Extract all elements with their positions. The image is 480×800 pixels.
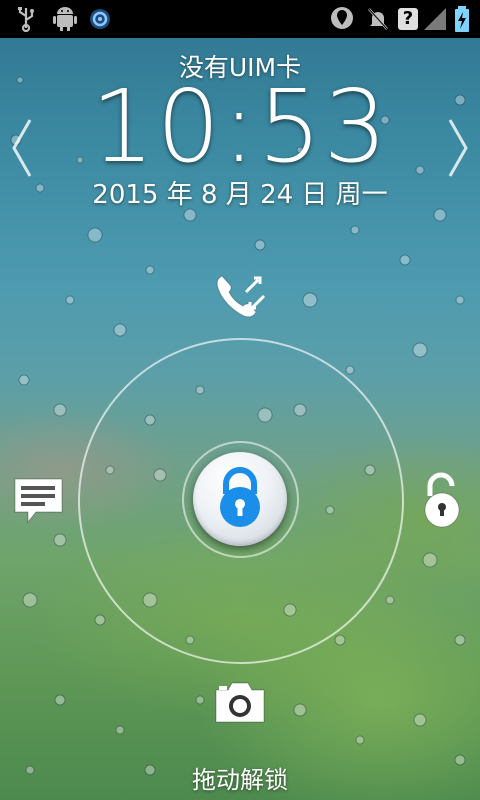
camera-icon[interactable] xyxy=(212,680,268,726)
chevron-left-icon[interactable] xyxy=(10,118,34,178)
date-text: 2015 年 8 月 24 日 周一 xyxy=(92,180,388,210)
no-sim-icon: ? xyxy=(398,8,418,30)
mute-icon xyxy=(368,8,388,30)
signal-icon xyxy=(424,8,446,30)
unlock-hint: 拖动解锁 xyxy=(192,766,288,794)
message-icon[interactable] xyxy=(12,476,66,526)
sync-icon xyxy=(90,9,110,29)
unlock-icon[interactable] xyxy=(420,472,464,528)
battery-charging-icon xyxy=(455,6,469,32)
padlock-icon xyxy=(220,467,260,527)
location-icon xyxy=(331,7,353,29)
status-bar: ? xyxy=(0,0,480,38)
clock-time: 10:53 xyxy=(90,68,390,185)
chevron-right-icon[interactable] xyxy=(446,118,470,178)
phone-messages-icon[interactable] xyxy=(212,272,268,324)
usb-icon xyxy=(18,7,34,32)
android-debug-icon xyxy=(53,7,77,31)
unlock-handle[interactable] xyxy=(193,452,287,546)
